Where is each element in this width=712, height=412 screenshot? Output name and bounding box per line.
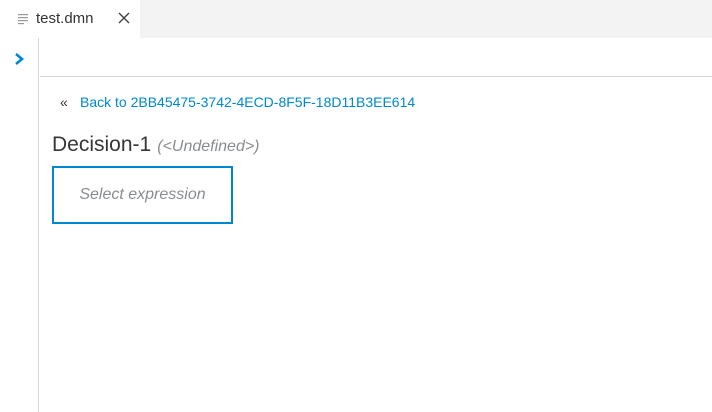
select-expression-button[interactable]: Select expression	[52, 166, 233, 224]
close-icon[interactable]	[116, 10, 132, 26]
tab-test-dmn[interactable]: test.dmn	[0, 0, 140, 38]
select-expression-label: Select expression	[79, 186, 206, 203]
double-chevron-left-icon: «	[60, 94, 68, 110]
tab-label: test.dmn	[36, 10, 94, 27]
editor-tab-bar: test.dmn	[0, 0, 712, 38]
file-lines-icon	[18, 14, 28, 25]
decision-name: Decision-1	[52, 133, 152, 156]
editor-header	[40, 38, 712, 77]
page-title: Decision-1 (<Undefined>)	[52, 133, 260, 157]
breadcrumb: « Back to 2BB45475-3742-4ECD-8F5F-18D11B…	[60, 92, 415, 112]
decision-type: (<Undefined>)	[157, 138, 260, 155]
left-rail	[0, 38, 39, 412]
back-link[interactable]: Back to 2BB45475-3742-4ECD-8F5F-18D11B3E…	[80, 92, 415, 112]
chevron-right-icon[interactable]	[13, 52, 25, 66]
